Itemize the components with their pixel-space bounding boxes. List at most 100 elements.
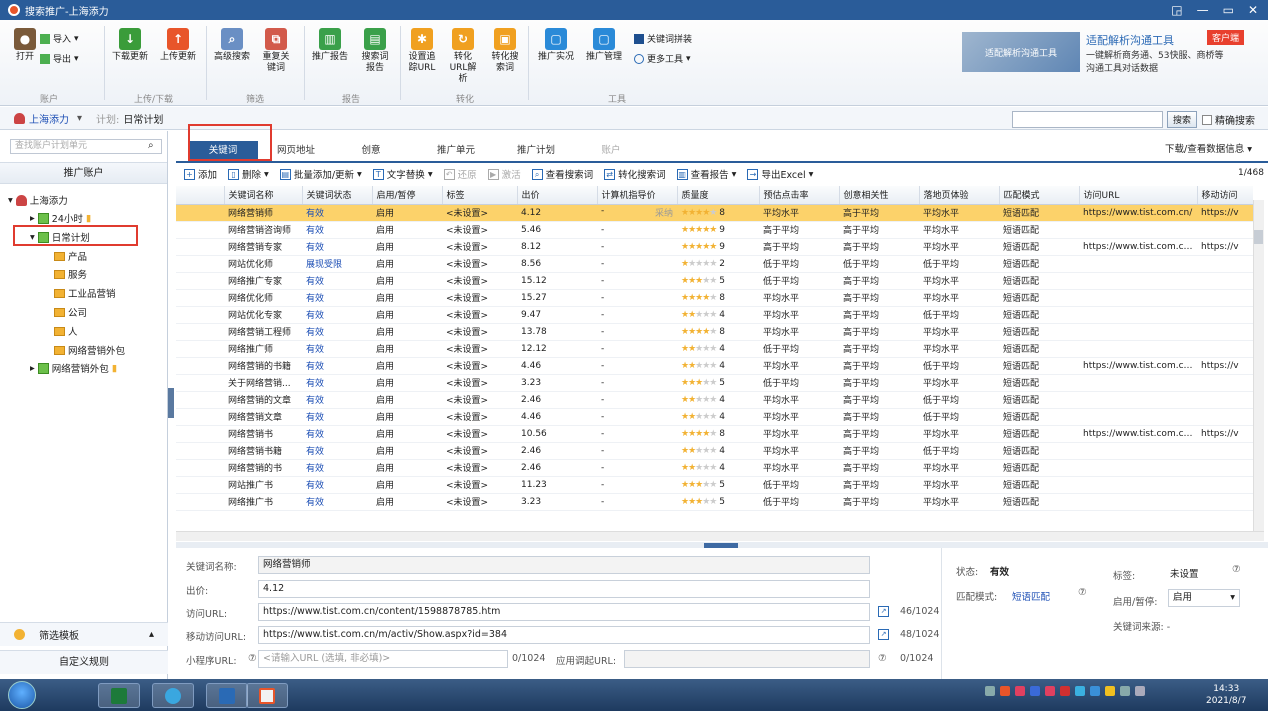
cell-rel[interactable]: 高于平均 [839,238,919,256]
cell-tag[interactable]: <未设置> [442,476,517,494]
cell-ctr[interactable]: 低于平均 [759,272,839,290]
table-row[interactable]: 网络营销的书籍 有效 启用 <未设置> 4.46- ★★★★★ 4 平均水平 高于平均 低于平均… [176,357,1253,375]
quality-cell[interactable]: ★★★★★ 5 [677,272,759,290]
cell-ctr[interactable]: 平均水平 [759,306,839,324]
cell-en[interactable]: 启用 [372,374,442,392]
table-row[interactable]: 网络营销咨询师 有效 启用 <未设置> 5.46- ★★★★★ 9 高于平均 高于平均 平均水平… [176,221,1253,239]
more-tools-button[interactable]: 更多工具 ▾ [634,52,691,65]
cell-tag[interactable]: <未设置> [442,340,517,358]
cell-en[interactable]: 启用 [372,493,442,511]
cell-st[interactable]: 有效 [302,459,372,477]
quality-cell[interactable]: ★★★★★ 5 [677,493,759,511]
cell-ctr[interactable]: 低于平均 [759,476,839,494]
table-row[interactable]: 网络营销的书 有效 启用 <未设置> 2.46- ★★★★★ 4 平均水平 高于平均 平均水平短… [176,459,1253,477]
excel-task-button[interactable] [98,683,140,708]
cell-tag[interactable]: <未设置> [442,442,517,460]
cell-tag[interactable]: <未设置> [442,408,517,426]
cell-match[interactable]: 短语匹配 [999,255,1079,273]
tray-icon[interactable] [985,686,995,696]
cell-ctr[interactable]: 平均水平 [759,289,839,307]
clock[interactable]: 14:33 2021/8/7 [1206,683,1246,707]
cell-rel[interactable]: 高于平均 [839,425,919,443]
tray-icon[interactable] [1030,686,1040,696]
download-info-link[interactable]: 下载/查看数据信息 ▾ [1165,141,1252,155]
tray-icon[interactable] [1075,686,1085,696]
column-header[interactable]: 移动访问 [1197,186,1253,205]
cell-ctr[interactable]: 低于平均 [759,493,839,511]
match-value[interactable]: 短语匹配 [1012,589,1050,603]
cell-st[interactable]: 有效 [302,323,372,341]
cell-url[interactable] [1079,391,1197,409]
cell-st[interactable]: 有效 [302,340,372,358]
cell-kw[interactable]: 网络营销师 [224,204,302,222]
cell-match[interactable]: 短语匹配 [999,323,1079,341]
help-icon[interactable]: ⑦ [1232,564,1241,575]
cell-guide[interactable]: - [597,306,677,324]
tab-plan[interactable]: 推广计划 [501,141,571,161]
cell-tag[interactable]: <未设置> [442,323,517,341]
cell-bid[interactable]: 13.78 [517,323,597,341]
column-header[interactable]: 创意相关性 [839,186,920,205]
cell-tag[interactable]: <未设置> [442,238,517,256]
promotion-report-button[interactable]: ▥ 推广报告 [312,28,348,63]
quality-cell[interactable]: ★★★★★ 5 [677,374,759,392]
cell-rel[interactable]: 高于平均 [839,357,919,375]
cell-kw[interactable]: 网络营销的文章 [224,391,302,409]
cell-lp[interactable]: 平均水平 [919,204,999,222]
cell-murl[interactable] [1197,374,1253,392]
cell-lp[interactable]: 平均水平 [919,272,999,290]
cell-murl[interactable] [1197,306,1253,324]
cell-rel[interactable]: 高于平均 [839,289,919,307]
cell-url[interactable] [1079,459,1197,477]
tree-node-unit[interactable]: 网络营销外包 [54,343,125,357]
cell-rel[interactable]: 高于平均 [839,323,919,341]
cell-guide[interactable]: - [597,238,677,256]
cell-murl[interactable] [1197,289,1253,307]
cell-rel[interactable]: 高于平均 [839,459,919,477]
tray-icon[interactable] [1090,686,1100,696]
cell-lp[interactable]: 平均水平 [919,289,999,307]
cell-guide[interactable]: - [597,340,677,358]
cell-rel[interactable]: 高于平均 [839,204,919,222]
cell-guide[interactable]: - [597,289,677,307]
cell-match[interactable]: 短语匹配 [999,340,1079,358]
cell-murl[interactable]: https://v [1197,204,1253,222]
cell-kw[interactable]: 网络推广师 [224,340,302,358]
tree-node-account[interactable]: ▾ 上海添力 [8,193,68,207]
quality-cell[interactable]: ★★★★★ 8 [677,204,759,222]
cell-url[interactable] [1079,289,1197,307]
cell-lp[interactable]: 平均水平 [919,476,999,494]
search-button[interactable]: 搜索 [1167,111,1197,128]
view-search-terms-button[interactable]: ⌕ 查看搜索词 [531,167,593,181]
conversion-search-term-button[interactable]: ▣ 转化搜索词 [490,28,520,74]
column-header[interactable]: 落地页体验 [919,186,1000,205]
cell-bid[interactable]: 9.47 [517,306,597,324]
column-header[interactable]: 关键词状态 [302,186,373,205]
cell-tag[interactable]: <未设置> [442,204,517,222]
cell-tag[interactable]: <未设置> [442,391,517,409]
cell-rel[interactable]: 高于平均 [839,374,919,392]
cell-match[interactable]: 短语匹配 [999,493,1079,511]
cell-lp[interactable]: 平均水平 [919,221,999,239]
cell-tag[interactable]: <未设置> [442,289,517,307]
cell-kw[interactable]: 关于网络营销... [224,374,302,392]
cell-guide[interactable]: - [597,493,677,511]
cell-st[interactable]: 有效 [302,408,372,426]
cell-bid[interactable]: 2.46 [517,391,597,409]
quality-cell[interactable]: ★★★★★ 5 [677,476,759,494]
tree-node-unit[interactable]: 公司 [54,305,87,319]
filter-template-bar[interactable]: 筛选模板 ▴ [0,622,168,646]
table-row[interactable]: 网站优化专家 有效 启用 <未设置> 9.47- ★★★★★ 4 平均水平 高于平均 低于平均短… [176,306,1253,324]
cell-kw[interactable]: 网络营销的书籍 [224,357,302,375]
text-replace-button[interactable]: T 文字替换 ▾ [372,167,433,181]
cell-kw[interactable]: 网络推广专家 [224,272,302,290]
tray-icon[interactable] [1060,686,1070,696]
cell-kw[interactable]: 网站优化专家 [224,306,302,324]
quality-cell[interactable]: ★★★★★ 8 [677,323,759,341]
cell-match[interactable]: 短语匹配 [999,374,1079,392]
start-button[interactable] [8,681,36,709]
column-header[interactable]: 出价 [517,186,598,205]
restore-small-icon[interactable]: ◲ [1171,3,1182,17]
add-button[interactable]: + 添加 [184,167,217,181]
cell-kw[interactable]: 网站优化师 [224,255,302,273]
